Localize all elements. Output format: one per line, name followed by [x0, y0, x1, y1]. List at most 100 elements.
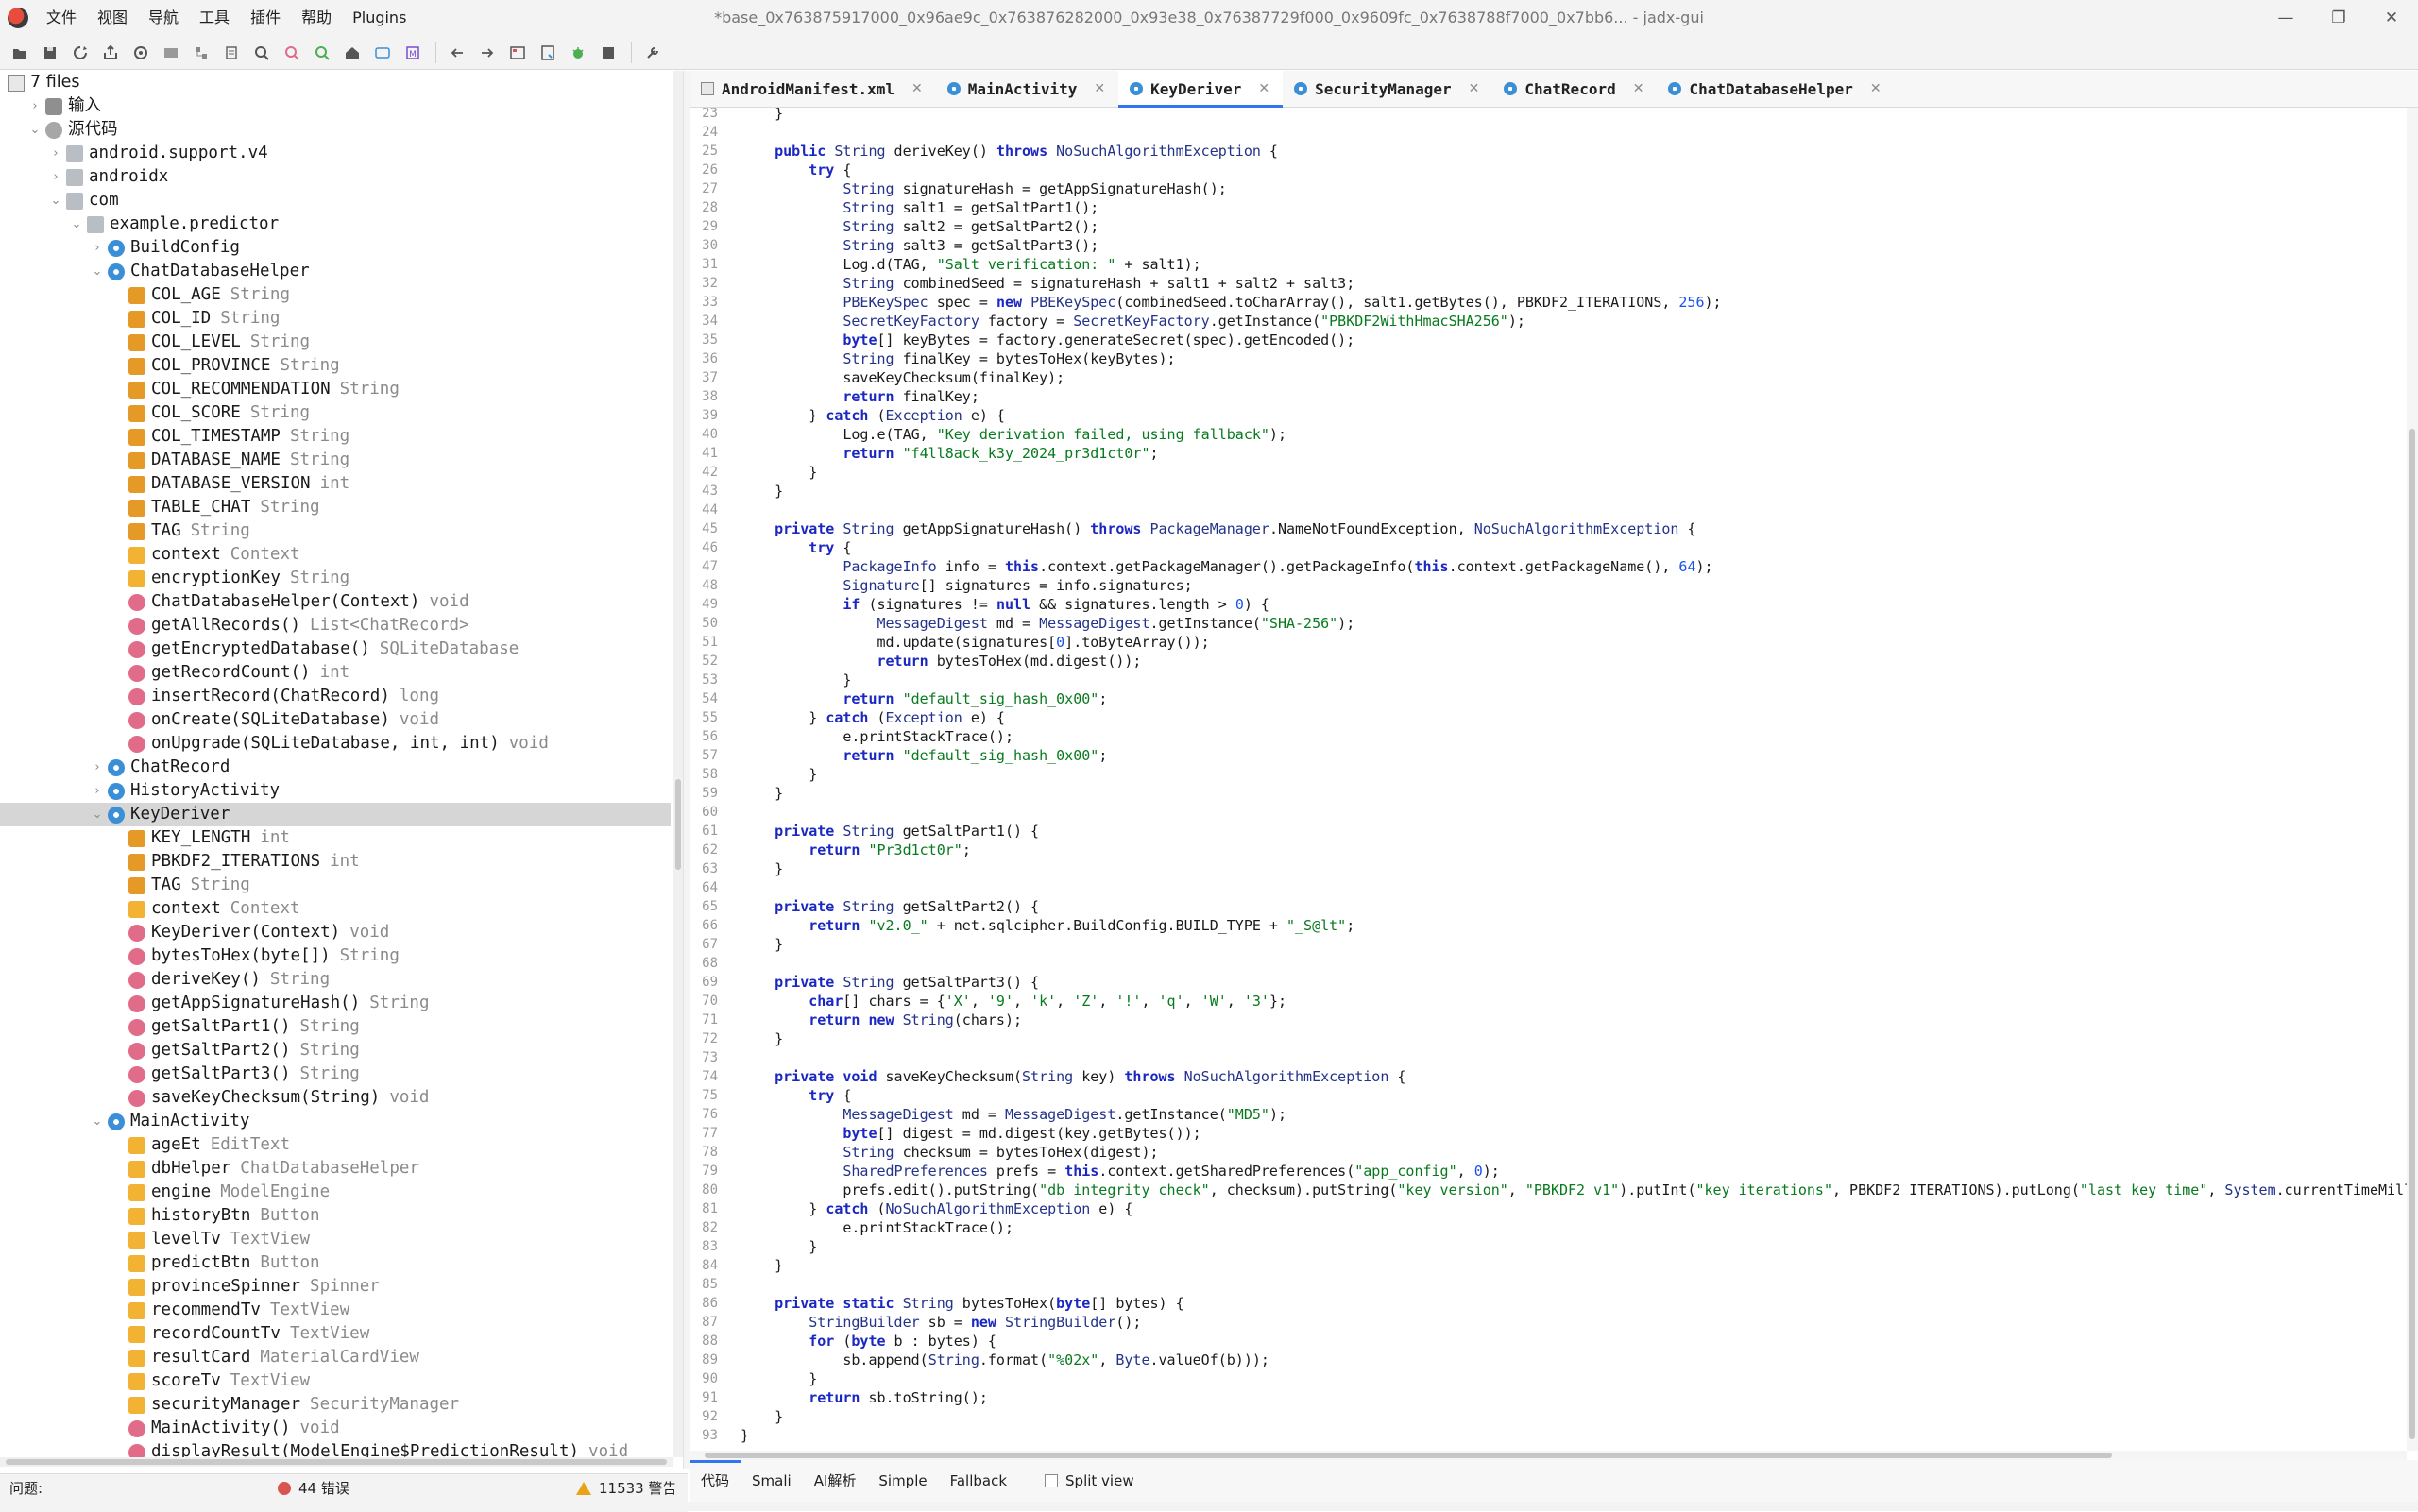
code-line[interactable]: private String getSaltPart2() {: [741, 897, 1039, 916]
code-line[interactable]: String signatureHash = getAppSignatureHa…: [741, 179, 1226, 198]
tree-node[interactable]: scoreTv TextView: [0, 1369, 671, 1393]
split-view-checkbox[interactable]: [1045, 1474, 1059, 1487]
bookmark-icon[interactable]: [534, 39, 562, 67]
code-line[interactable]: byte[] keyBytes = factory.generateSecret…: [741, 331, 1354, 349]
code-line[interactable]: private String getSaltPart3() {: [741, 973, 1039, 992]
code-horizontal-scrollbar[interactable]: [690, 1451, 2407, 1460]
code-line[interactable]: SecretKeyFactory factory = SecretKeyFact…: [741, 312, 1525, 331]
tree-node[interactable]: › android.support.v4: [0, 142, 671, 165]
code-line[interactable]: PBEKeySpec spec = new PBEKeySpec(combine…: [741, 293, 1721, 312]
tree-node[interactable]: DATABASE_VERSION int: [0, 472, 671, 496]
code-line[interactable]: md.update(signatures[0].toByteArray());: [741, 633, 1209, 652]
code-line[interactable]: String salt2 = getSaltPart2();: [741, 217, 1098, 236]
collapse-arrow-icon[interactable]: ⌄: [70, 212, 83, 236]
open-icon[interactable]: [6, 39, 34, 67]
code-line[interactable]: } catch (Exception e) {: [741, 708, 1005, 727]
menu-item[interactable]: 导航: [138, 0, 189, 36]
tree-node[interactable]: TAG String: [0, 874, 671, 897]
expand-arrow-icon[interactable]: ›: [28, 94, 42, 118]
tree-node[interactable]: PBKDF2_ITERATIONS int: [0, 850, 671, 874]
tree-node[interactable]: ⌄ MainActivity: [0, 1110, 671, 1133]
collapse-arrow-icon[interactable]: ⌄: [91, 803, 104, 826]
code-line[interactable]: }: [741, 935, 783, 954]
code-line[interactable]: prefs.edit().putString("db_integrity_che…: [741, 1181, 2407, 1199]
tree-node[interactable]: getEncryptedDatabase() SQLiteDatabase: [0, 637, 671, 661]
tree-node[interactable]: historyBtn Button: [0, 1204, 671, 1228]
code-line[interactable]: private String getAppSignatureHash() thr…: [741, 519, 1695, 538]
code-line[interactable]: return finalKey;: [741, 387, 979, 406]
device-icon[interactable]: [368, 39, 397, 67]
tree-node[interactable]: provinceSpinner Spinner: [0, 1275, 671, 1299]
settings-icon[interactable]: [639, 39, 667, 67]
find-usage-icon[interactable]: [308, 39, 336, 67]
code-line[interactable]: sb.append(String.format("%02x", Byte.val…: [741, 1351, 1269, 1369]
code-line[interactable]: private String getSaltPart1() {: [741, 822, 1039, 841]
find-class-icon[interactable]: [278, 39, 306, 67]
panel-splitter[interactable]: [683, 71, 690, 1469]
code-line[interactable]: }: [741, 463, 817, 482]
code-line[interactable]: String salt1 = getSaltPart1();: [741, 198, 1098, 217]
menu-item[interactable]: Plugins: [342, 0, 417, 36]
tree-node[interactable]: recordCountTv TextView: [0, 1322, 671, 1346]
code-line[interactable]: Signature[] signatures = info.signatures…: [741, 576, 1192, 595]
tree-node[interactable]: › androidx: [0, 165, 671, 189]
code-line[interactable]: try {: [741, 1086, 851, 1105]
tree-node[interactable]: resultCard MaterialCardView: [0, 1346, 671, 1369]
code-line[interactable]: }: [741, 1029, 783, 1048]
tree-node[interactable]: onUpgrade(SQLiteDatabase, int, int) void: [0, 732, 671, 756]
tree-icon[interactable]: [187, 39, 215, 67]
save-icon[interactable]: [36, 39, 64, 67]
collapse-arrow-icon[interactable]: ⌄: [28, 118, 42, 142]
editor-tab[interactable]: ChatDatabaseHelper ✕: [1657, 71, 1894, 107]
log-icon[interactable]: [594, 39, 622, 67]
code-line[interactable]: return "f4ll8ack_k3y_2024_pr3d1ct0r";: [741, 444, 1158, 463]
close-tab-icon[interactable]: ✕: [1633, 81, 1644, 96]
expand-arrow-icon[interactable]: ›: [91, 756, 104, 779]
view-tab[interactable]: Fallback: [939, 1460, 1018, 1502]
error-count[interactable]: 44 错误: [278, 1474, 349, 1503]
code-line[interactable]: return "default_sig_hash_0x00";: [741, 746, 1107, 765]
tree-node[interactable]: dbHelper ChatDatabaseHelper: [0, 1157, 671, 1181]
code-line[interactable]: private static String bytesToHex(byte[] …: [741, 1294, 1184, 1313]
back-icon[interactable]: [443, 39, 471, 67]
code-line[interactable]: return bytesToHex(md.digest());: [741, 652, 1142, 671]
tree-vertical-scrollbar[interactable]: [673, 71, 683, 1457]
tree-node[interactable]: getAppSignatureHash() String: [0, 992, 671, 1015]
home-icon[interactable]: [338, 39, 366, 67]
tree-node[interactable]: › HistoryActivity: [0, 779, 671, 803]
tree-node[interactable]: insertRecord(ChatRecord) long: [0, 685, 671, 708]
collapse-arrow-icon[interactable]: ⌄: [91, 260, 104, 283]
code-line[interactable]: PackageInfo info = this.context.getPacka…: [741, 557, 1712, 576]
module-icon[interactable]: M: [399, 39, 427, 67]
tree-node[interactable]: displayResult(ModelEngine$PredictionResu…: [0, 1440, 671, 1457]
tree-node[interactable]: context Context: [0, 897, 671, 921]
code-line[interactable]: Log.d(TAG, "Salt verification: " + salt1…: [741, 255, 1200, 274]
code-line[interactable]: return "Pr3d1ct0r";: [741, 841, 971, 859]
split-view-toggle[interactable]: Split view: [1045, 1472, 1134, 1489]
tree-node[interactable]: getRecordCount() int: [0, 661, 671, 685]
code-line[interactable]: saveKeyChecksum(finalKey);: [741, 368, 1064, 387]
expand-arrow-icon[interactable]: ›: [91, 779, 104, 803]
tree-node[interactable]: getSaltPart2() String: [0, 1039, 671, 1062]
flatten-icon[interactable]: [157, 39, 185, 67]
tree-node[interactable]: COL_ID String: [0, 307, 671, 331]
close-window-icon[interactable]: ✕: [2365, 0, 2418, 36]
view-tab[interactable]: Smali: [741, 1460, 803, 1502]
code-line[interactable]: }: [741, 765, 817, 784]
tree-node[interactable]: ⌄ example.predictor: [0, 212, 671, 236]
tree-node[interactable]: COL_LEVEL String: [0, 331, 671, 354]
tree-node[interactable]: recommendTv TextView: [0, 1299, 671, 1322]
tree-node[interactable]: saveKeyChecksum(String) void: [0, 1086, 671, 1110]
close-tab-icon[interactable]: ✕: [1094, 81, 1105, 96]
close-tab-icon[interactable]: ✕: [1870, 81, 1882, 96]
tree-horizontal-scrollbar[interactable]: [0, 1457, 673, 1467]
code-line[interactable]: }: [741, 859, 783, 878]
code-line[interactable]: e.printStackTrace();: [741, 1218, 1013, 1237]
tree-node[interactable]: › 输入: [0, 94, 671, 118]
code-line[interactable]: String combinedSeed = signatureHash + sa…: [741, 274, 1354, 293]
sync-icon[interactable]: [127, 39, 155, 67]
code-line[interactable]: }: [741, 482, 783, 501]
tree-node[interactable]: encryptionKey String: [0, 567, 671, 590]
code-line[interactable]: }: [741, 1407, 783, 1426]
export-icon[interactable]: [96, 39, 125, 67]
